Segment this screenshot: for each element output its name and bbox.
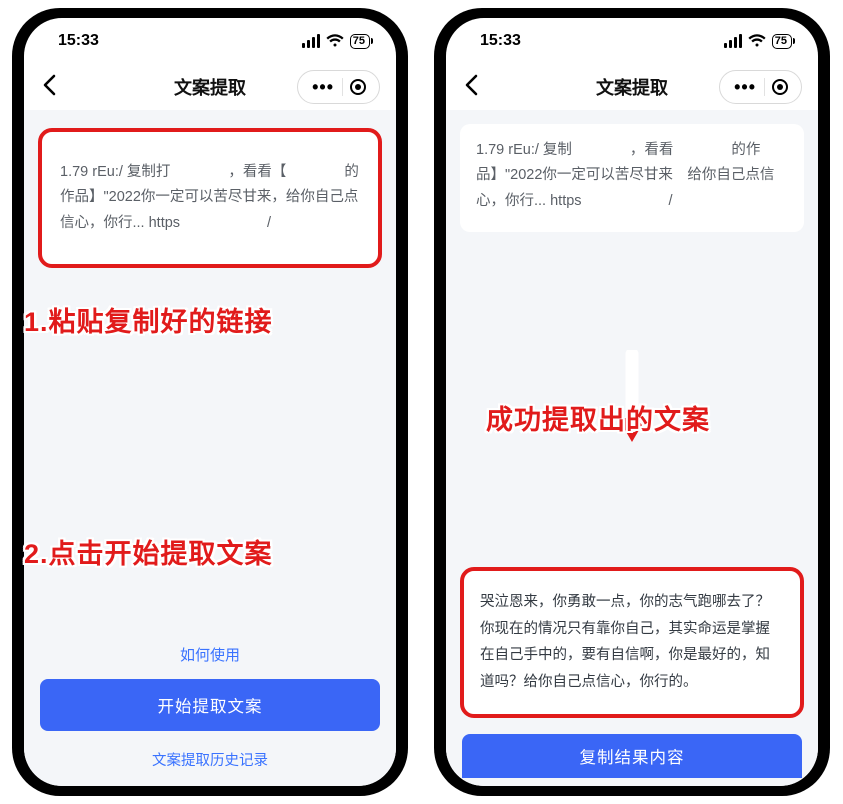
result-card: 哭泣恩来，你勇敢一点，你的志气跑哪去了？你现在的情况只有靠你自己，其实命运是掌握… [460,567,804,718]
screen: 15:33 75 文案提取 ••• [24,18,396,786]
status-indicators: 75 [302,34,370,49]
close-mini-icon[interactable] [343,78,373,96]
phone-frame-right: 15:33 75 文案提取 ••• [434,8,830,796]
phone-frame-left: 15:33 75 文案提取 ••• [12,8,408,796]
status-time: 15:33 [480,32,521,50]
arrow-down-icon [612,350,652,446]
status-indicators: 75 [724,34,792,49]
capsule-menu: ••• [297,70,380,104]
input-card[interactable]: 1.79 rEu:/ 复制 ，看看 的作品】"2022你一定可以苦尽甘来 给你自… [460,124,804,232]
content-area: 1.79 rEu:/ 复制打 ，看看【 的作品】"2022你一定可以苦尽甘来，给… [24,110,396,786]
wifi-icon [748,34,766,48]
signal-icon [724,34,742,48]
history-link[interactable]: 文案提取历史记录 [24,731,396,778]
nav-bar: 文案提取 ••• [24,64,396,110]
link-input[interactable]: 1.79 rEu:/ 复制 ，看看 的作品】"2022你一定可以苦尽甘来 给你自… [476,138,788,214]
more-icon[interactable]: ••• [304,77,342,98]
battery-icon: 75 [350,34,370,49]
close-mini-icon[interactable] [765,78,795,96]
start-extract-button[interactable]: 开始提取文案 [40,679,380,731]
how-to-link[interactable]: 如何使用 [24,630,396,679]
more-icon[interactable]: ••• [726,77,764,98]
back-button[interactable] [42,74,70,100]
extracted-text: 哭泣恩来，你勇敢一点，你的志气跑哪去了？你现在的情况只有靠你自己，其实命运是掌握… [480,589,784,696]
battery-icon: 75 [772,34,792,49]
content-area: 1.79 rEu:/ 复制 ，看看 的作品】"2022你一定可以苦尽甘来 给你自… [446,110,818,786]
status-time: 15:33 [58,32,99,50]
back-button[interactable] [464,74,492,100]
nav-bar: 文案提取 ••• [446,64,818,110]
status-bar: 15:33 75 [446,18,818,64]
capsule-menu: ••• [719,70,802,104]
screen: 15:33 75 文案提取 ••• [446,18,818,786]
status-bar: 15:33 75 [24,18,396,64]
input-card[interactable]: 1.79 rEu:/ 复制打 ，看看【 的作品】"2022你一定可以苦尽甘来，给… [38,128,382,268]
signal-icon [302,34,320,48]
copy-result-button[interactable]: 复制结果内容 [462,734,802,778]
link-input[interactable]: 1.79 rEu:/ 复制打 ，看看【 的作品】"2022你一定可以苦尽甘来，给… [60,160,360,236]
wifi-icon [326,34,344,48]
